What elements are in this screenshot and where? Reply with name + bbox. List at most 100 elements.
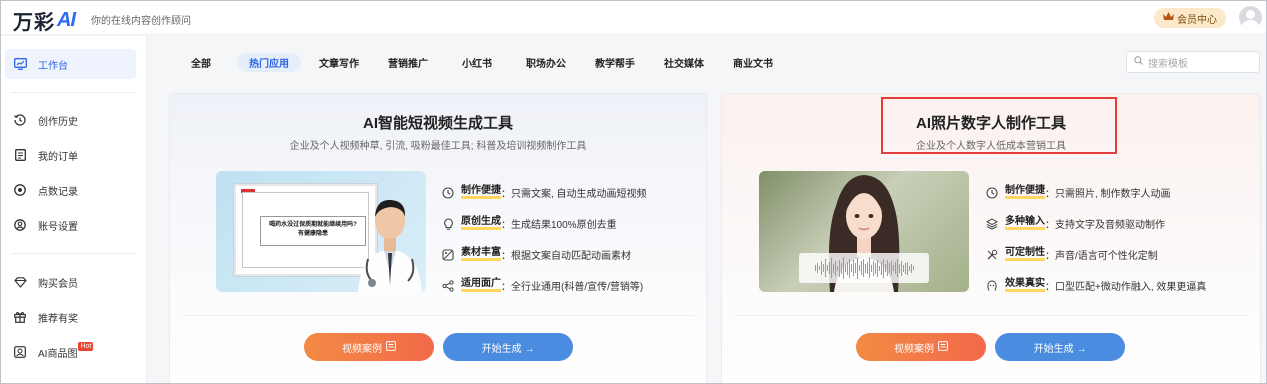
sidebar: 工作台 创作历史 我的订单 点数记录 账号设置 购买会员 推荐有奖 AI商品图 … — [1, 36, 147, 383]
sidebar-item-account-settings[interactable]: 账号设置 — [1, 210, 147, 240]
feature-key: 可定制性 — [1005, 248, 1045, 261]
video-case-icon — [938, 340, 948, 354]
feature-text: 口型匹配+微动作融入, 效果更逼真 — [1055, 282, 1207, 293]
card-divider — [182, 315, 694, 316]
gift-icon — [13, 310, 27, 324]
feature-list: 制作便捷： 只需照片, 制作数字人动画 多种输入： 支持文字及音频驱动制作 可定… — [986, 177, 1206, 301]
user-avatar[interactable] — [1239, 6, 1262, 29]
product-image-icon — [13, 345, 27, 359]
bulb-icon — [442, 217, 454, 230]
audio-waveform — [799, 253, 929, 283]
search-input[interactable]: 搜索模板 — [1148, 55, 1188, 70]
digital-human-preview-image[interactable] — [759, 171, 969, 292]
top-header: 万彩 AI 你的在线内容创作顾问 会员中心 — [1, 1, 1266, 35]
tool-card-digital-human[interactable]: AI照片数字人制作工具 企业及个人数字人低成本营销工具 制作便捷： 只需照片, … — [721, 93, 1261, 383]
sidebar-item-label: 购买会员 — [38, 278, 78, 290]
search-icon — [1134, 56, 1143, 68]
video-preview-image[interactable]: 喝药水没过保质期就能继续用吗? 有健康隐患 — [216, 171, 426, 292]
card-subtitle: 企业及个人数字人低成本营销工具 — [916, 141, 1066, 152]
video-case-icon — [386, 340, 396, 354]
doctor-illustration — [358, 199, 422, 292]
feature-list: 制作便捷： 只需文案, 自动生成动画短视频 原创生成： 生成结果100%原创去重… — [442, 177, 647, 301]
feature-key: 素材丰富 — [461, 248, 501, 261]
share-icon — [442, 279, 454, 292]
feature-text: 只需照片, 制作数字人动画 — [1055, 189, 1171, 200]
start-generate-button[interactable]: 开始生成 → — [995, 333, 1125, 361]
video-caption: 喝药水没过保质期就能继续用吗? 有健康隐患 — [260, 216, 366, 246]
tab-social-media[interactable]: 社交媒体 — [652, 53, 716, 72]
clock-icon — [442, 186, 454, 199]
tool-card-short-video[interactable]: AI智能短视频生成工具 企业及个人视频种草, 引流, 吸粉最佳工具; 科普及培训… — [169, 93, 707, 383]
category-tabs: 全部 热门应用 文章写作 营销推广 小红书 职场办公 教学帮手 社交媒体 商业文… — [148, 36, 1266, 88]
feature-key: 适用面广 — [461, 279, 501, 292]
tab-all[interactable]: 全部 — [179, 53, 223, 72]
slogan: 你的在线内容创作顾问 — [91, 16, 191, 27]
feature-item: 制作便捷： 只需文案, 自动生成动画短视频 — [442, 177, 647, 208]
feature-item: 可定制性： 声音/语言可个性化定制 — [986, 239, 1206, 270]
sidebar-item-buy-membership[interactable]: 购买会员 — [1, 267, 147, 297]
logo-mark: AI — [57, 9, 76, 31]
face-icon — [986, 279, 998, 292]
sidebar-item-workbench[interactable]: 工作台 — [5, 49, 136, 79]
tab-xiaohongshu[interactable]: 小红书 — [450, 53, 504, 72]
sidebar-divider — [11, 253, 137, 254]
vip-center-label: 会员中心 — [1177, 14, 1217, 26]
feature-key: 原创生成 — [461, 217, 501, 230]
template-search-box[interactable]: 搜索模板 — [1126, 51, 1260, 73]
tab-business-docs[interactable]: 商业文书 — [721, 53, 785, 72]
feature-key: 效果真实 — [1005, 279, 1045, 292]
sidebar-item-label: 创作历史 — [38, 116, 78, 128]
feature-item: 素材丰富： 根据文案自动匹配动画素材 — [442, 239, 647, 270]
brand-logo[interactable]: 万彩 AI — [13, 6, 76, 35]
tab-marketing[interactable]: 营销推广 — [376, 53, 440, 72]
sidebar-divider — [11, 92, 137, 93]
tools-icon — [986, 249, 998, 261]
feature-item: 原创生成： 生成结果100%原创去重 — [442, 208, 647, 239]
feature-key: 制作便捷 — [1005, 186, 1045, 199]
tab-teaching[interactable]: 教学帮手 — [583, 53, 647, 72]
account-settings-icon — [13, 218, 27, 232]
tab-office[interactable]: 职场办公 — [514, 53, 578, 72]
sidebar-item-label: AI商品图 — [38, 348, 78, 360]
card-title: AI照片数字人制作工具 — [915, 115, 1066, 132]
sidebar-item-points[interactable]: 点数记录 — [1, 175, 147, 205]
sidebar-item-ai-product-image[interactable]: AI商品图 Hot — [1, 337, 147, 367]
sidebar-item-label: 工作台 — [38, 60, 68, 72]
logo-text: 万彩 — [13, 12, 55, 34]
video-case-button[interactable]: 视频案例 — [856, 333, 986, 361]
tab-article-writing[interactable]: 文章写作 — [307, 53, 371, 72]
feature-item: 适用面广： 全行业通用(科普/宣传/营销等) — [442, 270, 647, 301]
feature-text: 生成结果100%原创去重 — [511, 220, 617, 231]
feature-item: 效果真实： 口型匹配+微动作融入, 效果更逼真 — [986, 270, 1206, 301]
clock-icon — [986, 186, 998, 199]
tab-hot-apps[interactable]: 热门应用 — [237, 53, 301, 72]
feature-key: 制作便捷 — [461, 186, 501, 199]
sidebar-item-history[interactable]: 创作历史 — [1, 105, 147, 135]
hot-badge: Hot — [78, 341, 94, 351]
sidebar-item-referral[interactable]: 推荐有奖 — [1, 302, 147, 332]
feature-text: 声音/语言可个性化定制 — [1055, 251, 1158, 262]
feature-key: 多种输入 — [1005, 217, 1045, 230]
feature-text: 支持文字及音频驱动制作 — [1055, 220, 1165, 231]
diamond-icon — [13, 275, 27, 289]
feature-item: 多种输入： 支持文字及音频驱动制作 — [986, 208, 1206, 239]
sidebar-item-label: 推荐有奖 — [38, 313, 78, 325]
feature-text: 全行业通用(科普/宣传/营销等) — [511, 282, 644, 293]
card-subtitle: 企业及个人视频种草, 引流, 吸粉最佳工具; 科普及培训视频制作工具 — [289, 141, 587, 152]
image-icon — [442, 248, 454, 261]
sidebar-item-label: 点数记录 — [38, 186, 78, 198]
start-generate-button[interactable]: 开始生成 → — [443, 333, 573, 361]
history-icon — [13, 113, 27, 127]
card-title: AI智能短视频生成工具 — [362, 115, 513, 132]
vip-center-button[interactable]: 会员中心 — [1154, 8, 1226, 28]
sidebar-item-label: 我的订单 — [38, 151, 78, 163]
layers-icon — [986, 217, 998, 230]
monitor-chart-icon — [13, 57, 27, 71]
sidebar-item-orders[interactable]: 我的订单 — [1, 140, 147, 170]
feature-text: 只需文案, 自动生成动画短视频 — [511, 189, 647, 200]
app-window: 万彩 AI 你的在线内容创作顾问 会员中心 工作台 创作历史 我的订单 点数记录… — [0, 0, 1267, 384]
card-divider — [734, 315, 1248, 316]
points-record-icon — [13, 183, 27, 197]
video-case-button[interactable]: 视频案例 — [304, 333, 434, 361]
feature-text: 根据文案自动匹配动画素材 — [511, 251, 631, 262]
